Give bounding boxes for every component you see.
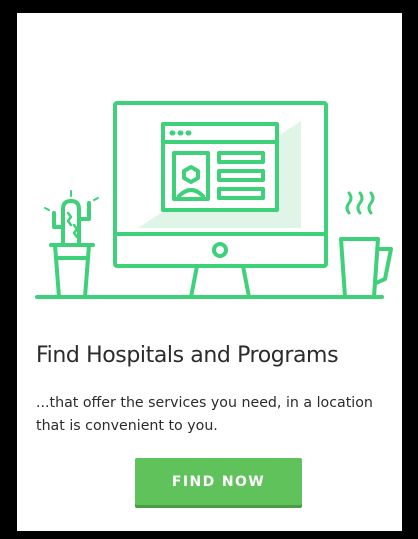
cactus-icon [44, 190, 99, 299]
profile-card-icon [161, 122, 279, 212]
coffee-mug-icon [339, 191, 393, 299]
card-title: Find Hospitals and Programs [36, 343, 339, 368]
card-description: ...that offer the services you need, in … [36, 395, 373, 434]
find-now-button[interactable]: FIND NOW [135, 458, 302, 505]
illustration [35, 101, 393, 299]
scrollbar[interactable] [396, 13, 402, 531]
screenshot-frame: Find Hospitals and Programs ...that offe… [0, 0, 418, 539]
feature-card: Find Hospitals and Programs ...that offe… [17, 13, 402, 531]
